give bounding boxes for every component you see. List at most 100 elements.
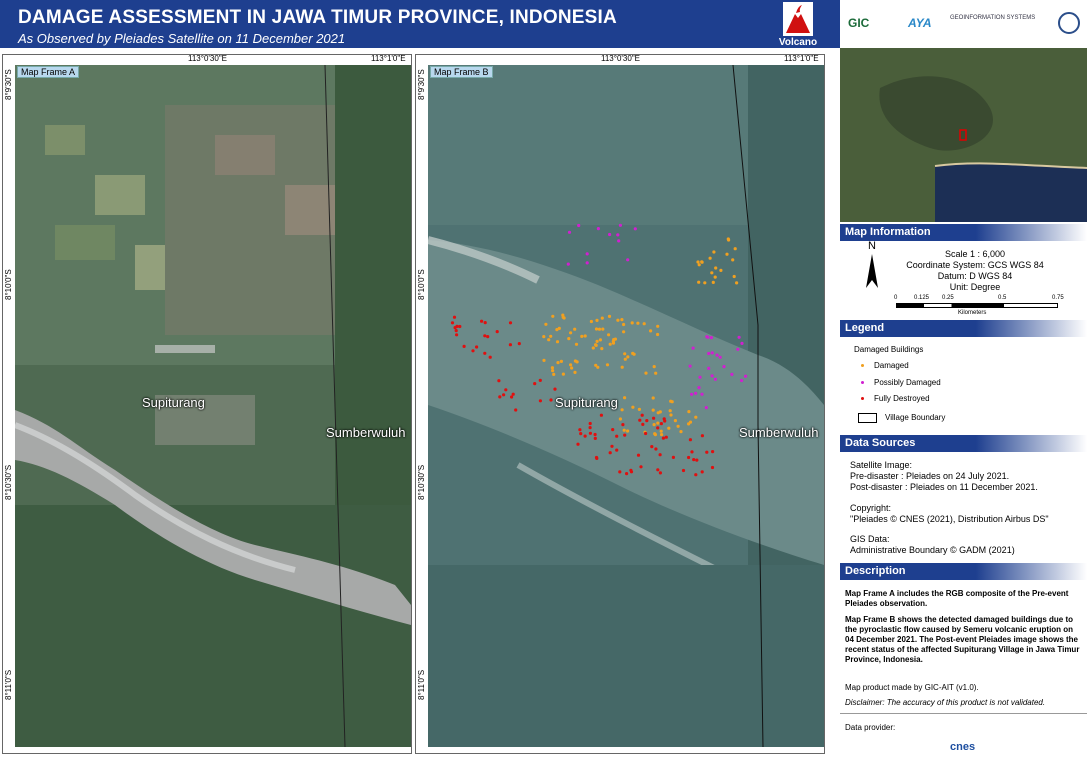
data-sources-heading: Data Sources (840, 435, 1087, 452)
damage-point (697, 386, 701, 390)
damage-point (697, 263, 701, 267)
damage-point (638, 418, 642, 422)
damage-point (654, 371, 658, 375)
damage-point (688, 364, 692, 368)
damage-point (626, 355, 630, 359)
damage-point (662, 417, 666, 421)
damage-point (639, 465, 643, 469)
damage-point (588, 431, 592, 435)
cnes-logo: cnes (950, 741, 976, 753)
damage-point (616, 233, 620, 237)
damage-point (508, 321, 513, 325)
damage-point (598, 338, 602, 342)
damage-point (497, 379, 501, 383)
damage-point (483, 351, 487, 355)
damage-point (644, 431, 648, 436)
latitude-label: 8°9'30"S (417, 69, 426, 100)
damage-point (623, 357, 627, 361)
damage-point (661, 436, 665, 440)
damage-point (625, 472, 629, 476)
damage-point (608, 342, 612, 346)
damage-point (594, 343, 598, 347)
damage-point (687, 422, 691, 426)
damage-point (517, 342, 521, 346)
damage-point (669, 413, 673, 417)
post-event-satellite-image (428, 65, 824, 747)
damage-point (626, 258, 630, 262)
damage-point (700, 434, 704, 438)
damage-point (594, 327, 599, 331)
damage-point (623, 433, 627, 437)
description-heading: Description (840, 563, 1087, 580)
damage-point (673, 419, 677, 423)
damage-point (730, 372, 734, 376)
damage-point (596, 365, 600, 369)
title-banner: DAMAGE ASSESSMENT IN JAWA TIMUR PROVINCE… (0, 0, 840, 48)
damage-point (626, 429, 630, 433)
damage-point (613, 337, 617, 341)
damage-point (607, 314, 612, 318)
damage-point (651, 396, 655, 400)
damage-point (615, 448, 619, 452)
damage-point (695, 458, 699, 462)
north-label: N (868, 240, 876, 252)
damage-point (538, 378, 542, 382)
damage-point (656, 411, 660, 415)
damage-point (504, 388, 508, 392)
damage-point (649, 329, 653, 333)
damage-point (671, 455, 675, 459)
damage-point (542, 358, 546, 362)
damage-point (718, 355, 722, 359)
damage-point (656, 468, 660, 472)
damage-point (706, 335, 710, 339)
damage-point (583, 434, 587, 438)
damage-point (559, 359, 563, 363)
damage-point (569, 363, 573, 367)
product-credit: Map product made by GIC-AIT (v1.0). (845, 683, 979, 692)
damage-point (719, 268, 723, 272)
damage-point (475, 345, 479, 349)
damage-point (547, 338, 551, 342)
damage-point (711, 450, 715, 454)
damage-point (688, 438, 692, 442)
damage-point (735, 281, 739, 285)
damage-point (620, 365, 624, 369)
legend-possibly-damaged: Possibly Damaged (861, 378, 941, 387)
damage-point (670, 400, 674, 404)
longitude-label: 113°0'30"E (188, 54, 228, 63)
damage-point (570, 366, 574, 370)
damage-point (580, 334, 584, 338)
damage-point (533, 382, 537, 386)
damage-point (542, 335, 546, 339)
damage-point (709, 336, 713, 340)
damage-point (488, 355, 492, 359)
damage-point (498, 395, 502, 399)
latitude-label: 8°10'30"S (4, 464, 13, 500)
damage-point (544, 322, 548, 326)
damage-point (555, 340, 560, 344)
disclaimer: Disclaimer: The accuracy of this product… (845, 698, 1046, 707)
damaged-dot-icon (861, 364, 864, 368)
damage-point (621, 423, 625, 427)
damage-point (631, 405, 635, 409)
damage-point (583, 334, 587, 338)
damage-point (557, 326, 561, 330)
damage-point (567, 230, 572, 234)
gic-logo: GIC (848, 16, 870, 30)
damage-point (600, 316, 604, 320)
latitude-label: 8°11'0"S (417, 669, 426, 700)
fully-destroyed-dot-icon (861, 397, 864, 401)
damage-point (615, 434, 619, 438)
damage-point (656, 332, 660, 337)
damage-point (591, 346, 595, 350)
source-line: Administrative Boundary © GADM (2021) (850, 545, 1015, 555)
latitude-label: 8°10'0"S (417, 269, 426, 300)
damage-point (667, 426, 671, 430)
damage-point (551, 314, 555, 318)
damage-point (577, 223, 581, 228)
damage-point (652, 423, 656, 427)
damage-point (681, 468, 686, 473)
legend-damaged: Damaged (861, 361, 909, 370)
map-frame-a: 113°0'30"E 113°1'0"E 8°9'30"S 8°10'0"S 8… (2, 54, 412, 754)
data-provider-label: Data provider: (845, 723, 896, 732)
